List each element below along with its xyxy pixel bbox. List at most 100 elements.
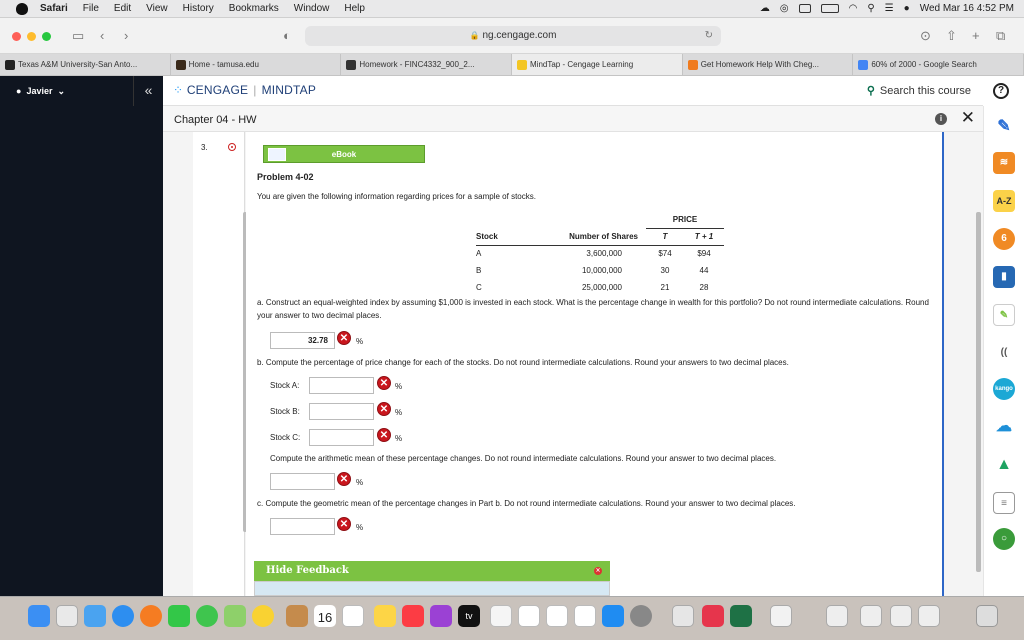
- firefox-icon[interactable]: [140, 605, 162, 627]
- contacts-icon[interactable]: [286, 605, 308, 627]
- close-window-button[interactable]: [12, 32, 21, 41]
- siri-icon[interactable]: ●: [904, 3, 910, 14]
- numbers-icon[interactable]: [518, 605, 540, 627]
- menu-history[interactable]: History: [183, 3, 214, 14]
- part-a-answer-input[interactable]: 32.78: [270, 332, 335, 349]
- stock-c-input[interactable]: [309, 429, 374, 446]
- collapse-sidebar-button[interactable]: «: [133, 76, 163, 106]
- status-icon[interactable]: ◎: [780, 3, 789, 14]
- app-store-icon[interactable]: [602, 605, 624, 627]
- cengage-logo[interactable]: ⁘ CENGAGE | MINDTAP: [173, 83, 316, 97]
- document-dock-icon[interactable]: [770, 605, 792, 627]
- stock-a-input[interactable]: [309, 377, 374, 394]
- sidebar-toggle-icon[interactable]: ▭: [72, 28, 84, 44]
- safari-icon[interactable]: [112, 605, 134, 627]
- menu-edit[interactable]: Edit: [114, 3, 131, 14]
- search-course[interactable]: ⚲ Search this course: [867, 84, 971, 97]
- minimize-window-button[interactable]: [27, 32, 36, 41]
- new-tab-icon[interactable]: +: [972, 28, 980, 43]
- tab-google[interactable]: 60% of 2000 - Google Search: [853, 54, 1024, 75]
- wifi-icon[interactable]: ◠: [849, 3, 858, 14]
- tab-mindtap[interactable]: MindTap - Cengage Learning: [512, 54, 683, 75]
- trash-icon[interactable]: [976, 605, 998, 627]
- tab-homework[interactable]: Homework - FINC4332_900_2...: [341, 54, 513, 75]
- screenshot-icon[interactable]: [826, 605, 848, 627]
- incorrect-icon: ✕: [337, 517, 351, 531]
- creative-cloud-app-icon[interactable]: [702, 605, 724, 627]
- info-icon[interactable]: i: [935, 113, 947, 125]
- system-preferences-icon[interactable]: [630, 605, 652, 627]
- address-bar[interactable]: 🔒 ng.cengage.com ↻: [305, 26, 721, 46]
- menu-bookmarks[interactable]: Bookmarks: [229, 3, 279, 14]
- menu-file[interactable]: File: [83, 3, 99, 14]
- battery-icon[interactable]: [820, 4, 839, 13]
- zoom-window-button[interactable]: [42, 32, 51, 41]
- menu-app[interactable]: Safari: [40, 3, 68, 14]
- back-icon[interactable]: ‹: [100, 28, 104, 43]
- close-feedback-icon[interactable]: ×: [594, 567, 602, 575]
- rss-icon[interactable]: ≋: [993, 152, 1015, 174]
- calendar-icon[interactable]: 16: [314, 605, 336, 627]
- notes-app-icon[interactable]: [374, 605, 396, 627]
- reminders-icon[interactable]: [342, 605, 364, 627]
- readspeaker-icon[interactable]: ((: [993, 342, 1015, 364]
- news-icon[interactable]: [490, 605, 512, 627]
- privacy-shield-icon[interactable]: ◐: [283, 28, 291, 43]
- stock-b-input[interactable]: [309, 403, 374, 420]
- kaltura-icon[interactable]: kango: [993, 378, 1015, 400]
- messages-icon[interactable]: [196, 605, 218, 627]
- hide-feedback-button[interactable]: Hide Feedback ×: [254, 561, 610, 581]
- forward-icon[interactable]: ›: [124, 28, 128, 43]
- finder-icon[interactable]: [28, 605, 50, 627]
- document-icon[interactable]: ≡: [993, 492, 1015, 514]
- close-icon[interactable]: ✕: [961, 108, 975, 128]
- tab-overview-icon[interactable]: ⧉: [996, 28, 1005, 44]
- tab-chegg[interactable]: Get Homework Help With Cheg...: [683, 54, 854, 75]
- clock[interactable]: Wed Mar 16 4:52 PM: [920, 3, 1014, 14]
- mail-icon[interactable]: [84, 605, 106, 627]
- downloads-icon[interactable]: ⊙: [920, 28, 931, 44]
- user-menu[interactable]: ● Javier ⌄: [16, 86, 65, 97]
- circle-app-icon[interactable]: ○: [993, 528, 1015, 550]
- reload-icon[interactable]: ↻: [705, 26, 713, 46]
- pencil-icon[interactable]: ✎: [993, 116, 1015, 138]
- menu-view[interactable]: View: [146, 3, 168, 14]
- recent-file-icon[interactable]: [860, 605, 882, 627]
- tab-home[interactable]: Home - tamusa.edu: [171, 54, 342, 75]
- apple-tv-icon[interactable]: tv: [458, 605, 480, 627]
- share-icon[interactable]: ⇧: [946, 28, 957, 44]
- menu-help[interactable]: Help: [344, 3, 365, 14]
- recent-window-icon[interactable]: [918, 605, 940, 627]
- help-button[interactable]: ?: [993, 83, 1009, 99]
- notes-icon[interactable]: ✎: [993, 304, 1015, 326]
- book-icon[interactable]: ▮: [993, 266, 1015, 288]
- control-center-icon[interactable]: ☰: [885, 3, 894, 14]
- cloud-icon[interactable]: ☁: [993, 416, 1015, 438]
- geometric-mean-input[interactable]: [270, 518, 335, 535]
- launchpad-icon[interactable]: [56, 605, 78, 627]
- creative-cloud-icon[interactable]: ☁: [760, 3, 770, 14]
- question-number[interactable]: 3.: [201, 143, 208, 152]
- arithmetic-mean-input[interactable]: [270, 473, 335, 490]
- spotlight-icon[interactable]: ⚲: [867, 3, 874, 14]
- google-drive-icon[interactable]: ▲: [993, 454, 1015, 476]
- facetime-icon[interactable]: [168, 605, 190, 627]
- keynote-icon[interactable]: [546, 605, 568, 627]
- pages-icon[interactable]: [574, 605, 596, 627]
- tab-tamusa[interactable]: Texas A&M University-San Anto...: [0, 54, 171, 75]
- page-scrollbar[interactable]: [976, 212, 981, 572]
- counter-icon[interactable]: 6: [993, 228, 1015, 250]
- music-icon[interactable]: [402, 605, 424, 627]
- excel-icon[interactable]: [730, 605, 752, 627]
- a-z-dictionary-icon[interactable]: A-Z: [993, 190, 1015, 212]
- home-shield-icon: [175, 60, 186, 70]
- photos-icon[interactable]: [252, 605, 274, 627]
- display-icon[interactable]: [798, 4, 811, 13]
- ebook-button[interactable]: eBook: [263, 145, 425, 163]
- menu-window[interactable]: Window: [294, 3, 330, 14]
- podcasts-icon[interactable]: [430, 605, 452, 627]
- recent-window-icon[interactable]: [890, 605, 912, 627]
- maps-icon[interactable]: [224, 605, 246, 627]
- preview-icon[interactable]: [672, 605, 694, 627]
- apple-icon[interactable]: [16, 2, 28, 15]
